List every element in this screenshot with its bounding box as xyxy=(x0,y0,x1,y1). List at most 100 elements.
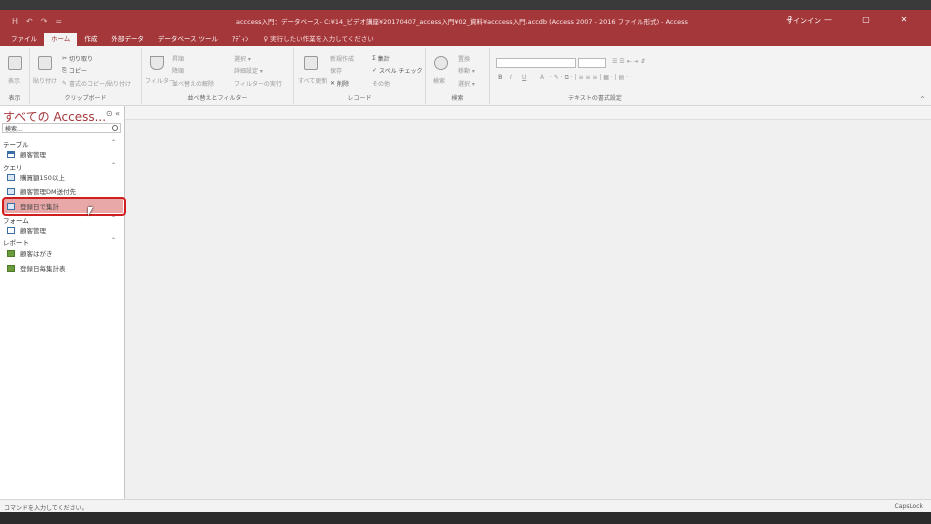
new-record-button[interactable]: 新規作成 xyxy=(330,54,354,63)
format-painter-button[interactable]: ✎ 書式のコピー/貼り付け xyxy=(62,79,131,88)
tab-file[interactable]: ファイル xyxy=(4,33,44,46)
tab-addins[interactable]: ｱﾃﾞｨﾝ xyxy=(225,33,255,46)
window-controls: ? — ▢ ✕ xyxy=(771,15,923,24)
magnifier-icon xyxy=(434,56,448,70)
view-button[interactable]: 表示 xyxy=(8,76,20,85)
format-painter-label: 書式のコピー/貼り付け xyxy=(69,81,132,88)
category-queries[interactable]: クエリ ⌃ xyxy=(3,162,120,172)
totals-label: 集計 xyxy=(377,56,390,63)
nav-item-label: 購買額150以上 xyxy=(20,174,65,182)
quick-access-toolbar: H ↶ ↷ = xyxy=(0,17,200,26)
refresh-all-button[interactable]: すべて更新 xyxy=(298,76,327,85)
redo-icon[interactable]: ↷ xyxy=(41,17,48,26)
search-icon[interactable] xyxy=(112,125,118,131)
totals-button[interactable]: Σ 集計 xyxy=(372,54,390,63)
italic-button[interactable]: I xyxy=(510,74,512,81)
customize-qat-icon[interactable]: = xyxy=(55,17,62,26)
font-size-combo[interactable] xyxy=(578,58,606,68)
view-group: 表示 表示 xyxy=(0,48,30,104)
highlight-annotation xyxy=(2,197,126,216)
category-reports[interactable]: レポート ⌃ xyxy=(3,237,120,247)
select-button[interactable]: 選択 ▾ xyxy=(458,79,475,88)
brush-icon: ✎ xyxy=(62,80,68,87)
bold-button[interactable]: B xyxy=(498,74,503,81)
chevron-up-icon: ⌃ xyxy=(110,237,116,244)
query-icon xyxy=(7,187,15,195)
category-forms[interactable]: フォーム ⌃ xyxy=(3,215,120,225)
report-icon xyxy=(7,264,15,272)
nav-search-placeholder: 検索... xyxy=(5,126,23,133)
nav-search-input[interactable]: 検索... xyxy=(2,123,121,133)
undo-icon[interactable]: ↶ xyxy=(26,17,33,26)
maximize-button[interactable]: ▢ xyxy=(847,15,885,24)
tell-me-box[interactable]: ♀ 実行したい作業を入力してください xyxy=(255,33,373,46)
chevron-up-icon: ⌃ xyxy=(110,215,116,222)
check-icon: ✓ xyxy=(372,67,378,74)
nav-item-table[interactable]: 顧客管理 xyxy=(7,149,46,159)
highlight-buttons[interactable]: · ✎ · ⧉ · | ≡ ≡ ≡ | ▦ · | ▤ · xyxy=(550,74,628,82)
font-color-button[interactable]: A xyxy=(540,74,544,81)
nav-item-label: 顧客管理DM送付先 xyxy=(20,188,77,196)
nav-item-query[interactable]: 購買額150以上 xyxy=(7,172,65,182)
document-area xyxy=(125,106,931,499)
cut-button[interactable]: ✂ 切り取り xyxy=(62,54,93,63)
shutter-bar-icon[interactable]: « xyxy=(115,109,120,118)
list-buttons[interactable]: ☰ ☰ ⇤ ⇥ ⇵ xyxy=(612,58,645,65)
goto-button[interactable]: 移動 ▾ xyxy=(458,66,475,75)
replace-button[interactable]: 置換 xyxy=(458,54,470,63)
window-title: acccess入門：データベース- C:¥14_ビデオ講座¥20170407_a… xyxy=(236,18,688,26)
nav-menu-icon[interactable]: ⊙ xyxy=(106,109,113,118)
delete-icon: ✕ xyxy=(330,80,336,87)
nav-item-report[interactable]: 登録日毎集計表 xyxy=(7,263,66,273)
sort-ascending-button[interactable]: 昇順 xyxy=(172,54,184,63)
nav-item-form[interactable]: 顧客管理 xyxy=(7,225,46,235)
chevron-up-icon: ⌃ xyxy=(110,162,116,169)
sort-descending-button[interactable]: 降順 xyxy=(172,66,184,75)
tab-database-tools[interactable]: データベース ツール xyxy=(151,33,225,46)
collapse-ribbon-icon[interactable]: ^ xyxy=(920,96,925,103)
minimize-button[interactable]: — xyxy=(809,15,847,24)
category-label: レポート xyxy=(3,239,29,247)
tab-external-data[interactable]: 外部データ xyxy=(104,33,151,46)
underline-button[interactable]: U xyxy=(522,74,526,81)
nav-item-query[interactable]: 顧客管理DM送付先 xyxy=(7,186,76,196)
paste-icon xyxy=(38,56,52,70)
help-button[interactable]: ? xyxy=(771,15,809,24)
text-format-group-label: テキストの書式設定 xyxy=(568,95,622,102)
save-icon[interactable]: H xyxy=(12,17,18,26)
form-icon xyxy=(7,226,15,234)
selection-filter-button[interactable]: 選択 ▾ xyxy=(234,54,251,63)
paste-button[interactable]: 貼り付け xyxy=(33,76,57,85)
tab-create[interactable]: 作成 xyxy=(77,33,104,46)
copy-button[interactable]: ⎘ コピー xyxy=(62,66,87,76)
records-group-label: レコード xyxy=(347,95,372,102)
tab-home[interactable]: ホーム xyxy=(44,33,78,46)
cut-label: 切り取り xyxy=(69,56,94,63)
category-tables[interactable]: テーブル ⌃ xyxy=(3,139,120,149)
spelling-button[interactable]: ✓ スペル チェック xyxy=(372,66,423,75)
records-group: すべて更新 新規作成 保存 ✕ 削除 Σ 集計 ✓ スペル チェック その他 レコード xyxy=(294,48,426,104)
nav-item-report[interactable]: 顧客はがき xyxy=(7,248,53,258)
view-icon xyxy=(8,56,22,70)
nav-item-label: 顧客管理 xyxy=(20,227,46,235)
more-records-button[interactable]: その他 xyxy=(372,79,390,88)
toggle-filter-button[interactable]: フィルターの実行 xyxy=(234,79,282,88)
table-icon xyxy=(7,150,15,158)
clear-sort-button[interactable]: 並べ替えの解除 xyxy=(172,79,214,88)
filter-button[interactable]: フィルター xyxy=(145,76,175,85)
view-group-label: 表示 xyxy=(8,95,21,102)
close-button[interactable]: ✕ xyxy=(885,15,923,24)
advanced-filter-button[interactable]: 詳細設定 ▾ xyxy=(234,66,263,75)
status-bar: コマンドを入力してください。 CapsLock xyxy=(0,499,931,512)
save-record-button[interactable]: 保存 xyxy=(330,66,342,75)
delete-record-button[interactable]: ✕ 削除 xyxy=(330,79,349,88)
screen-top-strip xyxy=(0,0,931,10)
sigma-icon: Σ xyxy=(372,55,376,62)
clipboard-group-label: クリップボード xyxy=(64,95,107,102)
find-button[interactable]: 検索 xyxy=(433,76,445,85)
navigation-pane: すべての Access... ⊙ « 検索... テーブル ⌃ 顧客管理 クエリ ⌃… xyxy=(0,106,125,499)
funnel-icon xyxy=(150,56,164,70)
capslock-indicator: CapsLock xyxy=(894,503,923,510)
sort-filter-group: フィルター 昇順 降順 並べ替えの解除 選択 ▾ 詳細設定 ▾ フィルターの実行… xyxy=(142,48,294,104)
font-name-combo[interactable] xyxy=(496,58,576,68)
